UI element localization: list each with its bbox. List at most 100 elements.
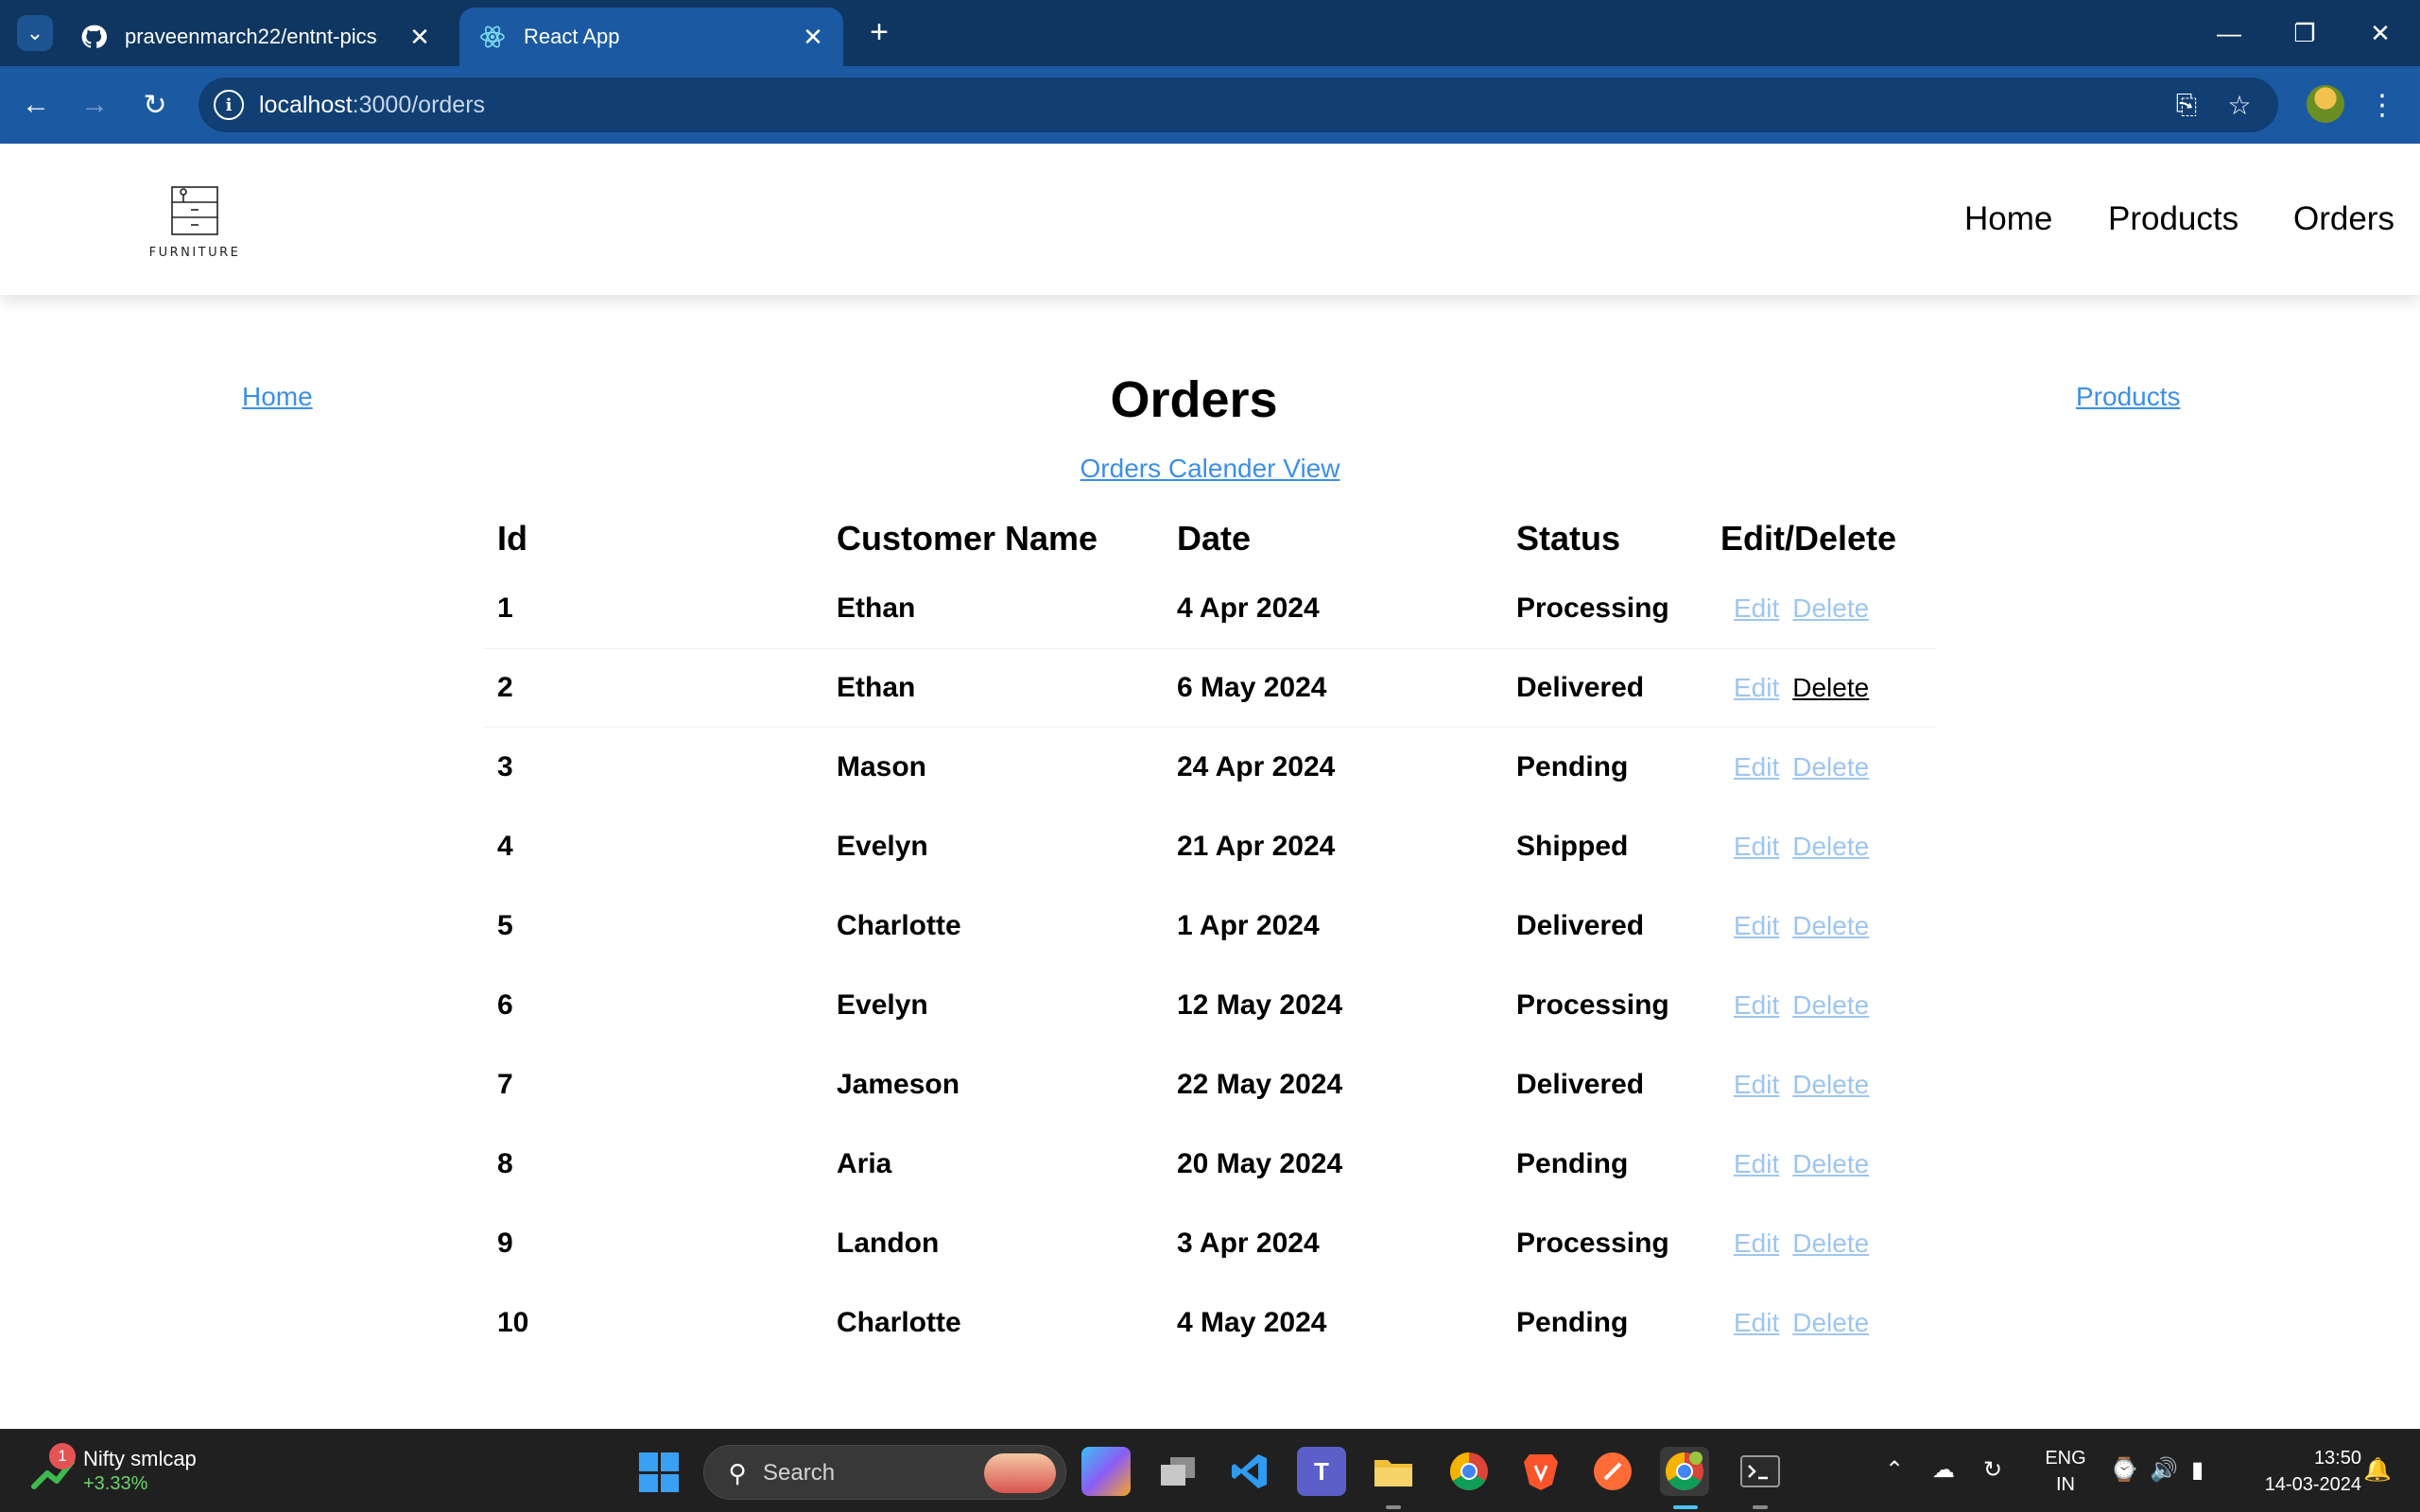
clock-time: 13:50	[2313, 1448, 2361, 1469]
browser-menu-icon[interactable]: ⋮	[2368, 84, 2396, 126]
install-app-icon[interactable]: ⎘	[2170, 89, 2203, 121]
edit-link[interactable]: Edit	[1734, 1149, 1779, 1179]
customer-name: Landon	[837, 1228, 940, 1259]
order-date: 20 May 2024	[1177, 1148, 1343, 1179]
chrome-profile-icon[interactable]	[1660, 1447, 1709, 1496]
customer-name: Evelyn	[837, 831, 928, 862]
table-header-row: Id Customer Name Date Status Edit/Delete	[484, 508, 1936, 569]
active-indicator	[1673, 1505, 1698, 1509]
windows-start-icon[interactable]	[639, 1452, 679, 1492]
task-view-icon[interactable]	[1153, 1447, 1202, 1496]
tab-react-app[interactable]: React App ✕	[459, 8, 843, 66]
notification-badge: 1	[49, 1443, 76, 1469]
delete-link[interactable]: Delete	[1792, 593, 1869, 624]
close-window-button[interactable]: ✕	[2352, 9, 2409, 57]
terminal-icon[interactable]	[1736, 1447, 1785, 1496]
system-clock[interactable]: 13:50 14-03-2024	[2238, 1445, 2361, 1498]
column-header-status: Status	[1516, 519, 1621, 558]
customer-name: Jameson	[837, 1069, 960, 1100]
order-status: Pending	[1516, 1148, 1629, 1179]
edit-link[interactable]: Edit	[1734, 832, 1779, 862]
delete-link[interactable]: Delete	[1792, 1228, 1869, 1259]
row-actions: Edit Delete	[1720, 1125, 1869, 1204]
orders-calendar-link[interactable]: Orders Calender View	[0, 454, 2420, 484]
order-date: 1 Apr 2024	[1177, 910, 1320, 941]
profile-avatar[interactable]	[2307, 85, 2344, 123]
taskbar: 1 Nifty smlcap +3.33% ⚲ Search T ⌃ ☁ ↻ E…	[0, 1429, 2420, 1512]
table-row: 7 Jameson 22 May 2024 Delivered Edit Dele…	[484, 1045, 1936, 1125]
row-actions: Edit Delete	[1720, 728, 1869, 807]
vscode-icon[interactable]	[1225, 1447, 1274, 1496]
url-text[interactable]: localhost:3000/orders	[259, 92, 485, 119]
volume-icon[interactable]: 🔊	[2150, 1456, 2178, 1484]
edit-link[interactable]: Edit	[1734, 911, 1779, 941]
forward-button[interactable]: →	[74, 84, 115, 126]
wifi-icon[interactable]: ⌚	[2110, 1456, 2138, 1484]
restore-button[interactable]: ❐	[2276, 9, 2333, 57]
sync-icon[interactable]: ↻	[1983, 1456, 2002, 1484]
close-icon[interactable]: ✕	[794, 23, 832, 52]
brave-icon[interactable]	[1516, 1447, 1565, 1496]
order-id: 1	[497, 593, 513, 624]
edit-link[interactable]: Edit	[1734, 1308, 1779, 1338]
order-id: 4	[497, 831, 513, 862]
back-button[interactable]: ←	[15, 84, 57, 126]
edit-link[interactable]: Edit	[1734, 1070, 1779, 1100]
edit-link[interactable]: Edit	[1734, 990, 1779, 1021]
file-explorer-icon[interactable]	[1369, 1447, 1418, 1496]
order-status: Delivered	[1516, 910, 1645, 941]
tab-github[interactable]: praveenmarch22/entnt-pics ✕	[60, 8, 450, 66]
edit-link[interactable]: Edit	[1734, 1228, 1779, 1259]
reload-button[interactable]: ↻	[134, 84, 176, 126]
delete-link[interactable]: Delete	[1792, 1149, 1869, 1179]
delete-link[interactable]: Delete	[1792, 1308, 1869, 1338]
app-header: FURNITURE Home Products Orders	[0, 144, 2420, 295]
copilot-icon[interactable]	[1081, 1447, 1131, 1496]
chrome-icon[interactable]	[1444, 1447, 1494, 1496]
delete-link[interactable]: Delete	[1792, 990, 1869, 1021]
minimize-button[interactable]: —	[2201, 9, 2257, 57]
notification-bell-icon[interactable]: 🔔	[2363, 1456, 2392, 1484]
delete-link[interactable]: Delete	[1792, 673, 1869, 703]
furniture-logo[interactable]: FURNITURE	[142, 181, 248, 266]
edit-link[interactable]: Edit	[1734, 593, 1779, 624]
order-id: 5	[497, 910, 513, 941]
delete-link[interactable]: Delete	[1792, 911, 1869, 941]
address-bar[interactable]: i localhost:3000/orders ⎘ ☆	[199, 77, 2278, 132]
chevron-up-icon[interactable]: ⌃	[1885, 1456, 1904, 1484]
battery-icon[interactable]: ▮	[2191, 1456, 2204, 1484]
orders-table: Id Customer Name Date Status Edit/Delete…	[484, 508, 1936, 1363]
new-tab-button[interactable]: +	[860, 13, 898, 51]
site-info-icon[interactable]: i	[214, 90, 244, 120]
edit-link[interactable]: Edit	[1734, 752, 1779, 782]
react-icon	[478, 23, 507, 51]
edit-link[interactable]: Edit	[1734, 673, 1779, 703]
delete-link[interactable]: Delete	[1792, 752, 1869, 782]
postman-icon[interactable]	[1588, 1447, 1637, 1496]
logo-text: FURNITURE	[148, 246, 241, 260]
table-row: 9 Landon 3 Apr 2024 Processing Edit Delet…	[484, 1204, 1936, 1283]
column-header-customer: Customer Name	[837, 519, 1098, 558]
customer-name: Charlotte	[837, 1307, 961, 1338]
taskbar-search[interactable]: ⚲ Search	[703, 1445, 1066, 1500]
close-icon[interactable]: ✕	[401, 23, 439, 52]
tab-title: React App	[524, 25, 620, 48]
nav-products[interactable]: Products	[2108, 200, 2238, 238]
browser-toolbar: ← → ↻ i localhost:3000/orders ⎘ ☆ ⋮	[0, 66, 2420, 144]
onedrive-icon[interactable]: ☁	[1932, 1456, 1955, 1484]
delete-link[interactable]: Delete	[1792, 1070, 1869, 1100]
nav-orders[interactable]: Orders	[2293, 200, 2394, 238]
column-header-date: Date	[1177, 519, 1252, 558]
order-id: 10	[497, 1307, 529, 1338]
tab-search-button[interactable]: ⌄	[17, 15, 53, 51]
arrow-right-icon: →	[80, 89, 109, 120]
table-row: 2 Ethan 6 May 2024 Delivered Edit Delete	[484, 648, 1936, 728]
tab-title: praveenmarch22/entnt-pics	[125, 25, 377, 48]
language-indicator[interactable]: ENG IN	[2042, 1445, 2089, 1498]
teams-icon[interactable]: T	[1297, 1447, 1346, 1496]
delete-link[interactable]: Delete	[1792, 832, 1869, 862]
table-row: 4 Evelyn 21 Apr 2024 Shipped Edit Delete	[484, 807, 1936, 886]
nav-home[interactable]: Home	[1964, 200, 2052, 238]
bookmark-star-icon[interactable]: ☆	[2223, 89, 2256, 121]
order-date: 22 May 2024	[1177, 1069, 1343, 1100]
